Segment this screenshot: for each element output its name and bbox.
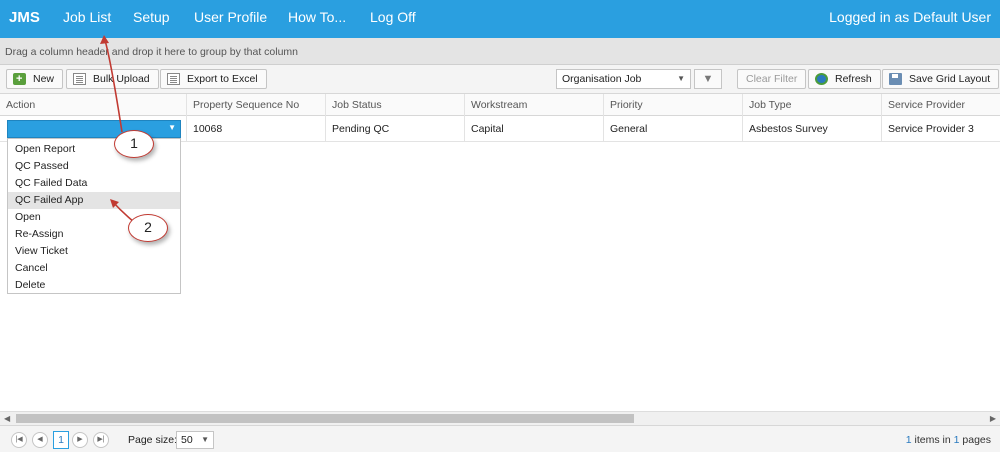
scrollbar-thumb[interactable]	[16, 414, 634, 423]
callout-1: 1	[114, 130, 154, 158]
pages-count: 1	[953, 434, 960, 446]
col-header-workstream[interactable]: Workstream	[464, 94, 603, 116]
view-select[interactable]: Organisation Job ▼	[556, 69, 691, 89]
menu-item-open-report[interactable]: Open Report	[8, 141, 180, 158]
horizontal-scrollbar[interactable]: ◀ ▶	[0, 411, 1000, 425]
bulk-upload-label: Bulk Upload	[93, 73, 150, 85]
pager: |◀ ◀ 1 ▶ ▶| Page size: 50 ▼ 1 items in 1…	[0, 425, 1000, 452]
pager-info: 1 items in 1 pages	[906, 434, 991, 446]
refresh-label: Refresh	[835, 73, 872, 85]
action-dropdown[interactable]: ▼	[7, 120, 181, 138]
app-brand[interactable]: JMS	[9, 9, 40, 26]
group-by-hint: Drag a column header and drop it here to…	[5, 46, 299, 58]
last-page-icon[interactable]: ▶|	[93, 432, 109, 448]
menu-item-view-ticket[interactable]: View Ticket	[8, 243, 180, 260]
prev-page-icon[interactable]: ◀	[32, 432, 48, 448]
group-by-area[interactable]: Drag a column header and drop it here to…	[0, 38, 1000, 65]
cell-workstream: Capital	[464, 116, 603, 142]
menu-item-delete[interactable]: Delete	[8, 277, 180, 294]
bulk-upload-button[interactable]: Bulk Upload	[66, 69, 159, 89]
nav-how-to[interactable]: How To...	[288, 9, 346, 25]
refresh-icon	[815, 73, 828, 85]
save-grid-layout-label: Save Grid Layout	[909, 73, 991, 85]
nav-log-off[interactable]: Log Off	[370, 9, 416, 25]
save-icon	[889, 73, 902, 85]
excel-icon	[167, 73, 180, 85]
export-excel-label: Export to Excel	[187, 73, 258, 85]
cell-property-sequence-no: 10068	[186, 116, 325, 142]
save-grid-layout-button[interactable]: Save Grid Layout	[882, 69, 1000, 89]
filter-icon: ▼	[702, 73, 714, 85]
menu-item-qc-failed-data[interactable]: QC Failed Data	[8, 175, 180, 192]
cell-priority: General	[603, 116, 742, 142]
items-in-label: items in	[914, 434, 951, 446]
new-button-label: New	[33, 73, 55, 85]
col-header-job-status[interactable]: Job Status	[325, 94, 464, 116]
pages-label: pages	[962, 434, 991, 446]
nav-user-profile[interactable]: User Profile	[194, 9, 267, 25]
refresh-button[interactable]: Refresh	[808, 69, 881, 89]
items-count: 1	[905, 434, 912, 446]
grid-toolbar: New Bulk Upload Export to Excel Organisa…	[0, 65, 1000, 94]
first-page-icon[interactable]: |◀	[11, 432, 27, 448]
document-icon	[73, 73, 86, 85]
nav-job-list[interactable]: Job List	[63, 9, 111, 25]
page-size-select[interactable]: 50 ▼	[176, 431, 214, 449]
scroll-left-icon[interactable]: ◀	[4, 412, 10, 425]
cell-job-type: Asbestos Survey	[742, 116, 881, 142]
top-nav-bar: JMS Job List Setup User Profile How To..…	[0, 0, 1000, 38]
nav-setup[interactable]: Setup	[133, 9, 170, 25]
menu-item-qc-passed[interactable]: QC Passed	[8, 158, 180, 175]
clear-filter-button[interactable]: Clear Filter	[737, 69, 807, 89]
cell-service-provider: Service Provider 3	[881, 116, 1000, 142]
scroll-right-icon[interactable]: ▶	[990, 412, 996, 425]
view-select-value: Organisation Job	[562, 73, 642, 85]
page-size-label: Page size:	[128, 434, 178, 446]
cell-job-status: Pending QC	[325, 116, 464, 142]
chevron-down-icon: ▼	[677, 74, 685, 83]
menu-item-qc-failed-app[interactable]: QC Failed App	[8, 192, 180, 209]
col-header-job-type[interactable]: Job Type	[742, 94, 881, 116]
col-header-service-provider[interactable]: Service Provider	[881, 94, 1000, 116]
new-button[interactable]: New	[6, 69, 64, 89]
col-header-action[interactable]: Action	[0, 94, 186, 116]
next-page-icon[interactable]: ▶	[72, 432, 88, 448]
callout-2: 2	[128, 214, 168, 242]
logged-in-status: Logged in as Default User	[829, 9, 991, 25]
col-header-priority[interactable]: Priority	[603, 94, 742, 116]
menu-item-cancel[interactable]: Cancel	[8, 260, 180, 277]
clear-filter-label: Clear Filter	[746, 73, 798, 85]
add-icon	[13, 70, 26, 88]
export-excel-button[interactable]: Export to Excel	[160, 69, 267, 89]
col-header-property-sequence-no[interactable]: Property Sequence No	[186, 94, 325, 116]
page-size-value: 50	[181, 434, 193, 446]
filter-button[interactable]: ▼	[694, 69, 722, 89]
grid-header: Action Property Sequence No Job Status W…	[0, 94, 1000, 116]
page-number[interactable]: 1	[53, 431, 69, 449]
chevron-down-icon: ▼	[201, 435, 209, 444]
chevron-down-icon: ▼	[168, 123, 176, 132]
